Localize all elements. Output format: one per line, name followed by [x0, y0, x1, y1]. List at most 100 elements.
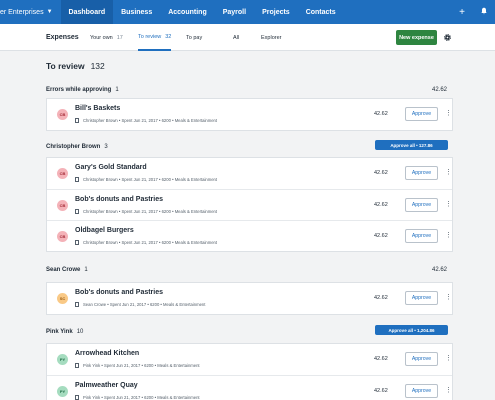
table-row[interactable]: CB Bill's Baskets Christopher Brown • Sp… — [47, 99, 452, 130]
approve-all-button[interactable]: Approve all • 127.86 — [375, 140, 448, 150]
review-heading: To review 132 — [46, 61, 105, 71]
caret-down-icon: ▼ — [46, 9, 53, 15]
tab-explorer[interactable]: Explorer — [261, 24, 281, 51]
org-name: er Enterprises — [0, 8, 44, 16]
kebab-icon[interactable]: ⋮ — [445, 109, 452, 119]
approve-button[interactable]: Approve — [405, 107, 438, 121]
approve-button[interactable]: Approve — [405, 352, 438, 366]
tab-to-pay[interactable]: To pay — [186, 24, 202, 51]
kebab-icon[interactable]: ⋮ — [445, 200, 452, 210]
expense-meta: Pink Yink • Spent Jun 21, 2017 • 6200 • … — [83, 395, 200, 400]
tab-to-review[interactable]: To review 32 — [138, 24, 172, 51]
kebab-icon[interactable]: ⋮ — [445, 168, 452, 178]
document-icon — [75, 395, 79, 400]
approve-button[interactable]: Approve — [405, 198, 438, 212]
vendor-name: Palmweather Quay — [75, 382, 138, 389]
expense-meta: Christopher Brown • Spent Jun 21, 2017 •… — [83, 118, 218, 123]
group-count: 1 — [115, 87, 119, 93]
group-header: Errors while approving 1 42.62 — [46, 85, 453, 95]
tab-label: All — [233, 34, 240, 41]
nav-payroll[interactable]: Payroll — [215, 0, 254, 24]
table-row[interactable]: CB Gary's Gold Standard Christopher Brow… — [47, 158, 452, 189]
tab-count: 32 — [165, 33, 172, 40]
nav-projects[interactable]: Projects — [254, 0, 298, 24]
review-count: 132 — [90, 61, 105, 71]
approve-all-button[interactable]: Approve all • 1,204.86 — [375, 325, 448, 335]
nav-accounting[interactable]: Accounting — [160, 0, 215, 24]
kebab-icon[interactable]: ⋮ — [445, 293, 452, 303]
org-switcher[interactable]: er Enterprises ▼ — [0, 0, 58, 24]
avatar: PY — [57, 354, 68, 365]
document-icon — [75, 302, 79, 307]
group-count: 10 — [76, 329, 84, 335]
vendor-name: Oldbagel Burgers — [75, 227, 134, 234]
avatar: SC — [57, 293, 68, 304]
expense-amount: 42.62 — [374, 388, 388, 394]
review-title: To review — [46, 61, 85, 71]
group-total: 42.62 — [431, 87, 447, 93]
group-count: 1 — [84, 267, 88, 273]
avatar: CB — [57, 168, 68, 179]
document-icon — [75, 118, 79, 123]
table-row[interactable]: PY Arrowhead Kitchen Pink Yink • Spent J… — [47, 344, 452, 375]
avatar: CB — [57, 231, 68, 242]
tab-all[interactable]: All — [233, 24, 239, 51]
vendor-name: Bill's Baskets — [75, 105, 121, 112]
kebab-icon[interactable]: ⋮ — [445, 386, 452, 396]
expense-amount: 42.62 — [374, 170, 388, 176]
expenses-subbar: Expenses Your own 17 To review 32 To pay A… — [0, 24, 495, 51]
expense-meta: Christopher Brown • Spent Jun 21, 2017 •… — [83, 209, 218, 214]
table-row[interactable]: CB Bob's donuts and Pastries Christopher… — [47, 189, 452, 220]
expense-amount: 42.62 — [374, 111, 388, 117]
new-expense-button[interactable]: New expense — [396, 30, 437, 45]
expense-meta: Christopher Brown • Spent Jun 21, 2017 •… — [83, 240, 218, 245]
expense-meta: Pink Yink • Spent Jun 21, 2017 • 6200 • … — [83, 363, 200, 368]
tab-label: Your own — [90, 34, 113, 41]
bell-icon[interactable] — [473, 7, 495, 18]
document-icon — [75, 177, 79, 182]
table-row[interactable]: SC Bob's donuts and Pastries Sean Crowe … — [47, 283, 452, 314]
kebab-icon[interactable]: ⋮ — [445, 354, 452, 364]
nav-business[interactable]: Business — [113, 0, 160, 24]
table-row[interactable]: CB Oldbagel Burgers Christopher Brown • … — [47, 220, 452, 251]
group-name: Errors while approving — [46, 87, 112, 93]
group-count: 3 — [104, 144, 108, 150]
group-name: Sean Crowe — [46, 267, 81, 273]
group-total: 42.62 — [431, 267, 447, 273]
tab-your-own[interactable]: Your own 17 — [90, 24, 123, 51]
kebab-icon[interactable]: ⋮ — [445, 231, 452, 241]
approve-button[interactable]: Approve — [405, 384, 438, 398]
vendor-name: Bob's donuts and Pastries — [75, 196, 164, 203]
group-name: Christopher Brown — [46, 144, 101, 150]
expense-card: SC Bob's donuts and Pastries Sean Crowe … — [46, 282, 453, 315]
expense-meta: Christopher Brown • Spent Jun 21, 2017 •… — [83, 177, 218, 182]
nav-dashboard[interactable]: Dashboard — [60, 0, 114, 24]
plus-icon[interactable]: + — [451, 7, 473, 18]
expense-amount: 42.62 — [374, 295, 388, 301]
document-icon — [75, 209, 79, 214]
expense-card: CB Gary's Gold Standard Christopher Brow… — [46, 157, 453, 252]
nav-contacts[interactable]: Contacts — [298, 0, 344, 24]
expense-card: CB Bill's Baskets Christopher Brown • Sp… — [46, 98, 453, 131]
vendor-name: Gary's Gold Standard — [75, 164, 147, 171]
vendor-name: Arrowhead Kitchen — [75, 350, 140, 357]
expense-card: PY Arrowhead Kitchen Pink Yink • Spent J… — [46, 343, 453, 400]
expense-amount: 42.62 — [374, 202, 388, 208]
group-header: Christopher Brown 3 Approve all • 127.86 — [46, 140, 453, 152]
avatar: CB — [57, 200, 68, 211]
tab-label: To review — [138, 33, 162, 40]
group-header: Pink Yink 10 Approve all • 1,204.86 — [46, 325, 453, 337]
table-row[interactable]: PY Palmweather Quay Pink Yink • Spent Ju… — [47, 375, 452, 400]
document-icon — [75, 240, 79, 245]
avatar: PY — [57, 386, 68, 397]
document-icon — [75, 363, 79, 368]
approve-button[interactable]: Approve — [405, 166, 438, 180]
gear-icon[interactable] — [443, 33, 452, 42]
tab-label: To pay — [186, 34, 203, 41]
vendor-name: Bob's donuts and Pastries — [75, 289, 164, 296]
expense-amount: 42.62 — [374, 233, 388, 239]
expense-amount: 42.62 — [374, 356, 388, 362]
approve-button[interactable]: Approve — [405, 229, 438, 243]
approve-button[interactable]: Approve — [405, 291, 438, 305]
tab-label: Explorer — [261, 34, 282, 41]
